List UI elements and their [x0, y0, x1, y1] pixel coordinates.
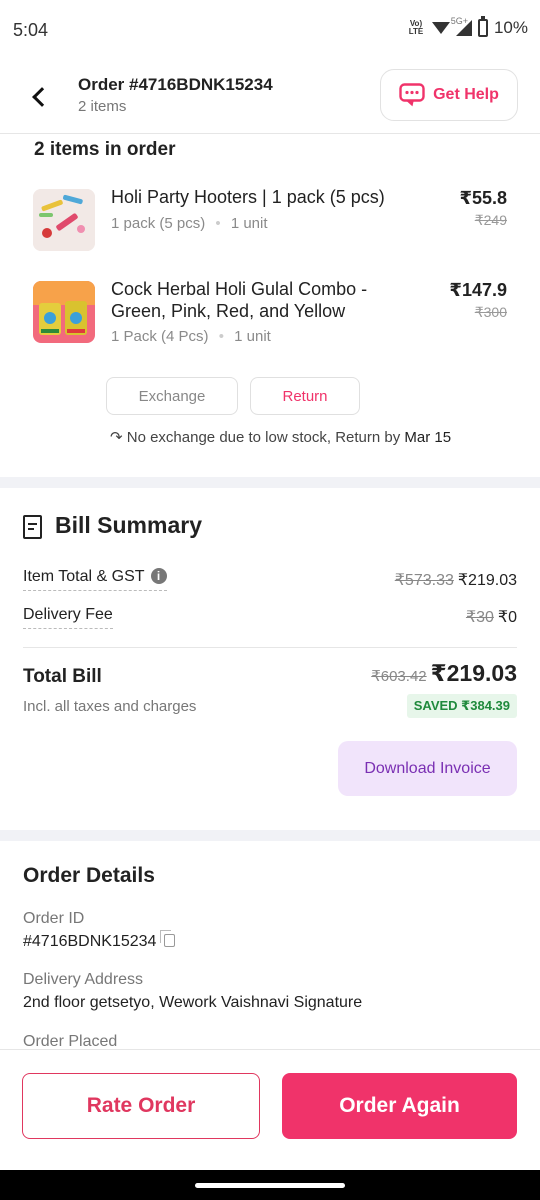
status-icons: Vo) LTE 10%	[406, 16, 528, 38]
delivery-fee-value: ₹30 ₹0	[466, 607, 517, 627]
redirect-arrow-icon: ↷	[110, 429, 123, 446]
signal-diamond-icon	[431, 22, 450, 34]
item-name: Holi Party Hooters | 1 pack (5 pcs)	[111, 187, 385, 207]
item-thumbnail	[33, 281, 95, 343]
delivery-fee-amount: ₹0	[497, 609, 517, 626]
item-total-amount: ₹219.03	[457, 572, 517, 589]
item-meta: 1 Pack (4 Pcs) • 1 unit	[111, 328, 271, 345]
item-total-label[interactable]: Item Total & GST i	[23, 568, 167, 591]
system-nav-bar	[0, 1170, 540, 1200]
home-indicator[interactable]	[195, 1183, 345, 1188]
get-help-label: Get Help	[433, 86, 499, 103]
order-id-value: #4716BDNK15234	[23, 930, 176, 951]
item-mrp: ₹249	[474, 212, 507, 228]
battery-icon	[477, 16, 488, 37]
order-id-label: Order ID	[23, 910, 85, 927]
back-chevron-icon	[32, 87, 52, 107]
get-help-button[interactable]: Get Help	[380, 69, 518, 121]
total-bill-value: ₹603.42 ₹219.03	[371, 660, 517, 687]
item-thumbnail	[33, 189, 95, 251]
divider	[23, 647, 517, 648]
order-details-title: Order Details	[23, 864, 155, 887]
return-button[interactable]: Return	[250, 377, 360, 415]
status-bar: 5:04 5G+ Vo) LTE 10%	[0, 0, 540, 60]
item-price: ₹147.9	[449, 280, 507, 300]
delivery-fee-mrp: ₹30	[465, 609, 494, 626]
section-gap	[0, 830, 540, 841]
order-item[interactable]: Holi Party Hooters | 1 pack (5 pcs) 1 pa…	[0, 185, 540, 255]
receipt-icon	[23, 515, 42, 539]
total-bill-mrp: ₹603.42	[371, 668, 427, 685]
order-items-count: 2 items	[78, 98, 127, 115]
item-qty: 1 unit	[230, 215, 268, 232]
delivery-address-value: 2nd floor getsetyo, Wework Vaishnavi Sig…	[23, 994, 363, 1011]
order-title: Order #4716BDNK15234	[78, 75, 273, 94]
copy-icon[interactable]	[160, 930, 176, 947]
return-date: Mar 15	[404, 429, 452, 446]
item-total-mrp: ₹573.33	[394, 572, 454, 589]
item-meta: 1 pack (5 pcs) • 1 unit	[111, 215, 268, 232]
item-total-text: Item Total & GST	[23, 568, 145, 585]
section-gap	[0, 477, 540, 488]
meta-separator: •	[215, 215, 221, 232]
back-button[interactable]	[22, 80, 56, 114]
total-bill-label: Total Bill	[23, 666, 102, 687]
exchange-button[interactable]: Exchange	[106, 377, 238, 415]
total-bill-subtext: Incl. all taxes and charges	[23, 698, 197, 715]
order-again-button[interactable]: Order Again	[282, 1073, 517, 1139]
item-pack: 1 Pack (4 Pcs)	[111, 328, 209, 345]
bottom-action-bar: Rate Order Order Again	[0, 1049, 540, 1170]
total-bill-amount: ₹219.03	[430, 660, 517, 686]
item-price: ₹55.8	[459, 188, 507, 208]
delivery-fee-label[interactable]: Delivery Fee	[23, 606, 113, 629]
delivery-address-label: Delivery Address	[23, 971, 144, 988]
item-pack: 1 pack (5 pcs)	[111, 215, 206, 232]
cell-signal-icon	[455, 20, 472, 36]
exchange-note: ↷ No exchange due to low stock, Return b…	[110, 428, 451, 446]
items-heading: 2 items in order	[34, 139, 176, 160]
meta-separator: •	[218, 328, 224, 345]
exchange-note-text: No exchange due to low stock, Return by	[126, 429, 401, 446]
order-id-text: #4716BDNK15234	[23, 933, 157, 950]
saved-badge: SAVED ₹384.39	[406, 694, 517, 718]
item-total-value: ₹573.33 ₹219.03	[395, 570, 517, 590]
rate-order-button[interactable]: Rate Order	[22, 1073, 260, 1139]
item-name: Cock Herbal Holi Gulal Combo - Green, Pi…	[111, 279, 368, 321]
chat-bubble-icon	[399, 83, 425, 107]
order-header: Order #4716BDNK15234 2 items Get Help	[0, 60, 540, 134]
info-icon[interactable]: i	[150, 568, 167, 584]
volte-icon: Vo) LTE	[408, 19, 424, 36]
bill-summary-title: Bill Summary	[55, 512, 202, 538]
item-qty: 1 unit	[234, 328, 271, 345]
battery-level: 10%	[493, 18, 528, 37]
order-item[interactable]: Cock Herbal Holi Gulal Combo - Green, Pi…	[0, 277, 540, 349]
download-invoice-button[interactable]: Download Invoice	[338, 741, 517, 796]
item-mrp: ₹300	[474, 304, 507, 320]
status-time: 5:04	[13, 20, 49, 40]
